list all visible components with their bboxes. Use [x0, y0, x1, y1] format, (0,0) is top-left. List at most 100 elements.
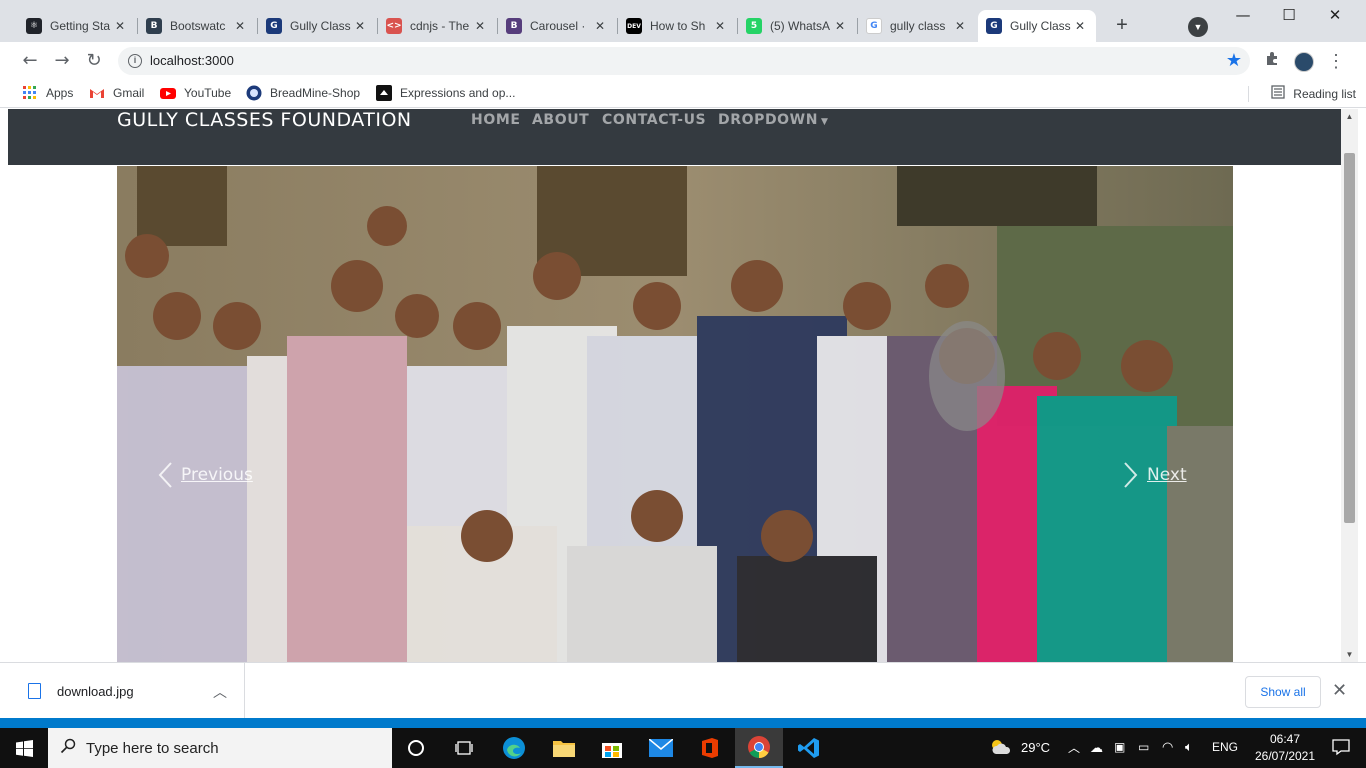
address-bar[interactable]: i localhost:3000 ★	[118, 47, 1250, 75]
new-tab-button[interactable]: +	[1110, 14, 1134, 38]
office-icon[interactable]	[686, 728, 734, 768]
tab-close-icon[interactable]: ✕	[592, 19, 608, 33]
clock-time[interactable]: 06:47	[1260, 732, 1310, 746]
battery-icon[interactable]: ▭	[1138, 740, 1149, 754]
file-explorer-icon[interactable]	[540, 728, 588, 768]
site-icon	[376, 85, 392, 101]
scrollbar-thumb[interactable]	[1344, 153, 1355, 523]
bookmark-label: Expressions and op...	[400, 86, 516, 100]
forward-icon[interactable]: →	[50, 50, 74, 74]
nav-dropdown[interactable]: DROPDOWN ▼	[718, 112, 829, 128]
nav-contact-us[interactable]: CONTACT-US	[602, 112, 706, 128]
browser-tab[interactable]: <> cdnjs - The ✕	[378, 10, 496, 42]
tab-close-icon[interactable]: ✕	[832, 19, 848, 33]
chevron-right-icon	[1124, 462, 1138, 488]
browser-tab[interactable]: B Carousel · ✕	[498, 10, 616, 42]
browser-tab-strip: ⚛ Getting Sta ✕ B Bootswatc ✕ G Gully Class ✕ <> c…	[0, 0, 1366, 48]
nav-home[interactable]: HOME	[471, 112, 521, 128]
close-window-icon[interactable]: ✕	[1312, 0, 1358, 32]
bookmark-expressions[interactable]: Expressions and op...	[376, 85, 515, 101]
tab-close-icon[interactable]: ✕	[472, 19, 488, 33]
browser-tab[interactable]: B Bootswatc ✕	[138, 10, 256, 42]
bookmark-label: YouTube	[184, 86, 232, 100]
browser-tab[interactable]: G Gully Class ✕	[258, 10, 376, 42]
minimize-icon[interactable]: —	[1220, 0, 1266, 32]
tab-close-icon[interactable]: ✕	[112, 19, 128, 33]
tab-title: Gully Class	[1010, 19, 1071, 33]
tab-favicon-icon: 5	[746, 18, 762, 34]
tab-close-icon[interactable]: ✕	[352, 19, 368, 33]
tab-close-icon[interactable]: ✕	[1072, 19, 1088, 33]
page-scrollbar[interactable]: ▲ ▼	[1341, 109, 1358, 662]
bookmark-apps[interactable]: Apps	[22, 85, 73, 101]
browser-tab[interactable]: Ggully class ✕	[858, 10, 976, 42]
vscode-icon[interactable]	[785, 728, 833, 768]
show-all-button[interactable]: Show all	[1245, 676, 1321, 708]
bookmark-star-icon[interactable]: ★	[1226, 50, 1242, 71]
close-download-bar-icon[interactable]: ✕	[1332, 680, 1347, 701]
site-info-icon[interactable]: i	[128, 54, 142, 68]
carousel: Previous Next	[117, 166, 1233, 662]
profile-avatar-icon[interactable]	[1292, 50, 1316, 74]
tab-favicon-icon: B	[146, 18, 162, 34]
tab-separator	[617, 18, 618, 34]
reading-list-button[interactable]: Reading list	[1271, 85, 1356, 102]
carousel-slide-image	[117, 166, 1233, 662]
show-hidden-icons-icon[interactable]: ︿	[1068, 739, 1080, 756]
carousel-next-button[interactable]: Next	[1123, 461, 1187, 489]
address-url[interactable]: localhost:3000	[150, 53, 234, 68]
mail-icon[interactable]	[637, 728, 685, 768]
bookmark-label: Gmail	[113, 86, 145, 100]
cortana-icon[interactable]	[392, 728, 440, 768]
browser-tab[interactable]: 5 (5) WhatsA ✕	[738, 10, 856, 42]
taskbar-search-box[interactable]: Type here to search	[48, 728, 392, 768]
bookmark-gmail[interactable]: Gmail	[89, 85, 144, 101]
task-view-icon[interactable]	[440, 728, 488, 768]
scroll-up-icon[interactable]: ▲	[1345, 112, 1354, 121]
reload-icon[interactable]: ↻	[82, 50, 106, 74]
tab-close-icon[interactable]: ✕	[232, 19, 248, 33]
tab-title: Gully Class	[290, 19, 351, 33]
tab-search-icon[interactable]: ▼	[1188, 17, 1208, 37]
wifi-icon[interactable]: ◠	[1162, 739, 1173, 755]
scroll-down-icon[interactable]: ▼	[1345, 650, 1354, 659]
browser-tab[interactable]: DEV How to Sh ✕	[618, 10, 736, 42]
tab-favicon-icon: DEV	[626, 18, 642, 34]
tab-favicon-icon: G	[866, 18, 882, 34]
tab-separator	[497, 18, 498, 34]
clock-date[interactable]: 26/07/2021	[1248, 749, 1322, 763]
system-tray: 29°C ︿ ☁ ▣ ▭ ◠ 🔈︎ ENG 06:47 26/07/2021	[990, 728, 1366, 768]
extensions-icon[interactable]	[1260, 50, 1284, 74]
chevron-up-icon[interactable]: ︿	[213, 682, 227, 702]
tab-separator	[857, 18, 858, 34]
tab-favicon-icon: G	[266, 18, 282, 34]
language-indicator[interactable]: ENG	[1212, 740, 1238, 754]
windows-logo-icon	[15, 739, 33, 757]
tab-favicon-icon: <>	[386, 18, 402, 34]
browser-tab[interactable]: G Gully Class ✕	[978, 10, 1096, 42]
start-button[interactable]	[0, 728, 48, 768]
onedrive-icon[interactable]: ☁	[1090, 740, 1103, 756]
meet-now-icon[interactable]: ▣	[1114, 740, 1125, 754]
back-icon[interactable]: ←	[18, 50, 42, 74]
chrome-icon[interactable]	[735, 728, 783, 768]
gmail-icon	[89, 85, 105, 101]
store-icon[interactable]	[588, 728, 636, 768]
site-brand[interactable]: GULLY CLASSES FOUNDATION	[117, 109, 412, 131]
tab-close-icon[interactable]: ✕	[952, 19, 968, 33]
notifications-icon[interactable]	[1332, 738, 1350, 759]
tab-close-icon[interactable]: ✕	[712, 19, 728, 33]
volume-icon[interactable]: 🔈︎	[1185, 739, 1193, 755]
tab-title: How to Sh	[650, 19, 706, 33]
maximize-icon[interactable]: ☐	[1266, 0, 1312, 32]
edge-icon[interactable]	[490, 728, 538, 768]
browser-tab[interactable]: ⚛ Getting Sta ✕	[18, 10, 136, 42]
bookmark-youtube[interactable]: YouTube	[160, 85, 231, 101]
carousel-prev-button[interactable]: Previous	[157, 461, 253, 489]
bookmark-breadmine[interactable]: BreadMine-Shop	[246, 85, 360, 101]
nav-about[interactable]: ABOUT	[532, 112, 589, 128]
weather-icon[interactable]	[990, 738, 1012, 759]
menu-kebab-icon[interactable]: ⋮	[1324, 50, 1348, 74]
tab-separator	[737, 18, 738, 34]
download-item[interactable]: download.jpg	[28, 683, 134, 699]
